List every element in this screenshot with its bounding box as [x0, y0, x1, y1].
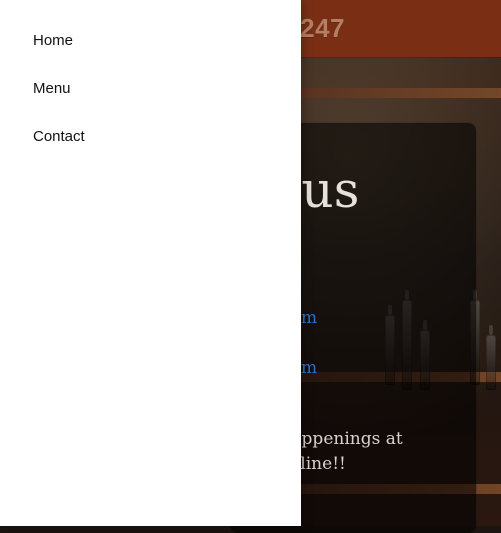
nav-link-home[interactable]: Home: [33, 32, 73, 49]
nav-link-menu[interactable]: Menu: [33, 80, 71, 97]
shelf-1: [300, 88, 501, 98]
nav-link-contact[interactable]: Contact: [33, 128, 85, 145]
side-menu-item-contact: Contact: [33, 112, 85, 160]
side-menu-item-menu: Menu: [33, 64, 85, 112]
side-menu-item-home: Home: [33, 16, 85, 64]
side-menu-list: Home Menu Contact: [33, 16, 85, 160]
bottle-icon: [486, 325, 496, 390]
side-menu: Home Menu Contact: [0, 0, 301, 526]
